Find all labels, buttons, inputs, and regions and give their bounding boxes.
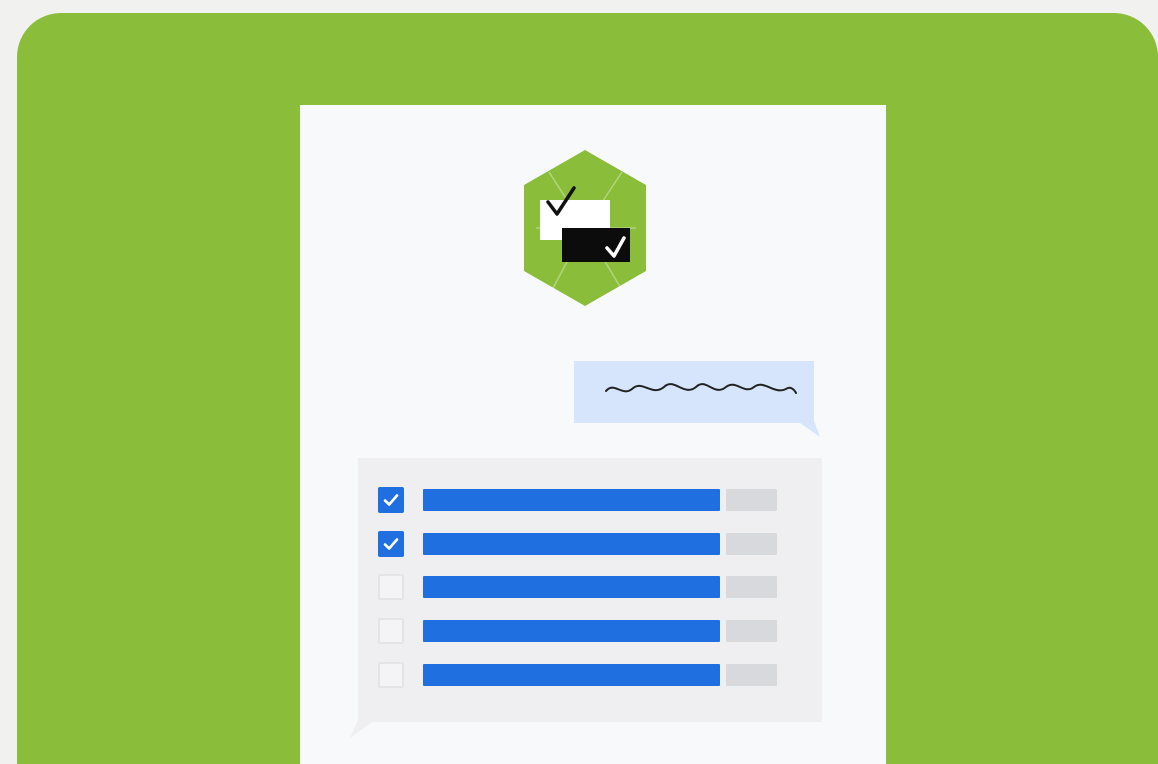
checklist-row <box>378 486 778 514</box>
progress-bar <box>423 533 720 555</box>
hexagon-checklist-badge-icon <box>524 150 646 306</box>
gray-placeholder-bar <box>726 664 777 686</box>
progress-bar <box>423 620 720 642</box>
gray-placeholder-bar <box>726 620 777 642</box>
checkbox-unchecked[interactable] <box>378 574 404 600</box>
checkbox-unchecked[interactable] <box>378 618 404 644</box>
progress-bar <box>423 576 720 598</box>
speech-bubble-shape <box>574 361 820 437</box>
checkbox-unchecked[interactable] <box>378 662 404 688</box>
speech-bubble <box>574 361 820 437</box>
checklist-row <box>378 661 778 689</box>
checkmark-icon <box>383 538 399 550</box>
checklist-row <box>378 530 778 558</box>
checkbox-checked[interactable] <box>378 531 404 557</box>
checklist-row <box>378 573 778 601</box>
checklist-row <box>378 617 778 645</box>
illustration-frame <box>0 0 1158 764</box>
gray-placeholder-bar <box>726 576 777 598</box>
gray-placeholder-bar <box>726 533 777 555</box>
checkmark-icon <box>383 494 399 506</box>
progress-bar <box>423 664 720 686</box>
progress-bar <box>423 489 720 511</box>
gray-placeholder-bar <box>726 489 777 511</box>
checkbox-checked[interactable] <box>378 487 404 513</box>
